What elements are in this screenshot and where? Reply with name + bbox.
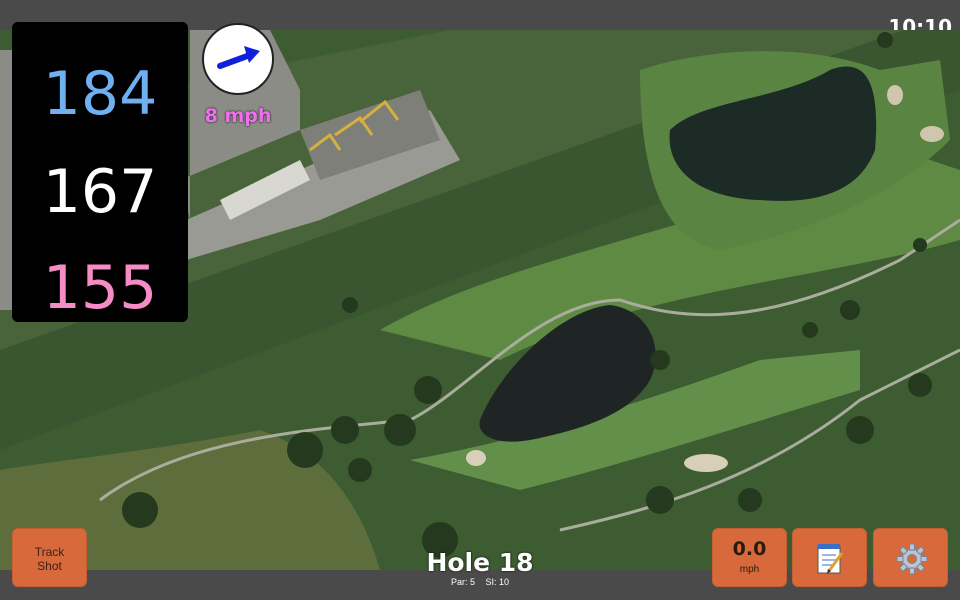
yardage-panel: 184 167 155 bbox=[12, 22, 188, 322]
track-shot-label-line2: Shot bbox=[37, 559, 62, 573]
wind-speed-label: 8 mph bbox=[204, 105, 272, 127]
track-shot-label-line1: Track bbox=[34, 545, 65, 559]
wind-speed-unit: mph bbox=[739, 564, 760, 575]
settings-button[interactable] bbox=[873, 528, 948, 587]
hole-par: Par: 5 bbox=[450, 577, 475, 587]
wind-direction-dial bbox=[202, 23, 274, 95]
notepad-icon bbox=[817, 544, 844, 574]
gear-icon bbox=[896, 543, 928, 575]
front-distance: 155 bbox=[42, 253, 158, 323]
hole-title: Hole 18 bbox=[426, 548, 534, 577]
wind-speed-value: 0.0 bbox=[732, 538, 767, 560]
hole-stroke-index: SI: 10 bbox=[485, 577, 510, 587]
notes-button[interactable] bbox=[792, 528, 867, 587]
hole-info: Par: 5 SI: 10 bbox=[380, 577, 580, 587]
back-distance: 184 bbox=[42, 59, 158, 129]
arrow-east-northeast-icon bbox=[217, 46, 260, 69]
middle-distance: 167 bbox=[42, 157, 158, 227]
wind-speed-button[interactable]: 0.0 mph bbox=[712, 528, 787, 587]
track-shot-button[interactable]: Track Shot bbox=[12, 528, 87, 587]
